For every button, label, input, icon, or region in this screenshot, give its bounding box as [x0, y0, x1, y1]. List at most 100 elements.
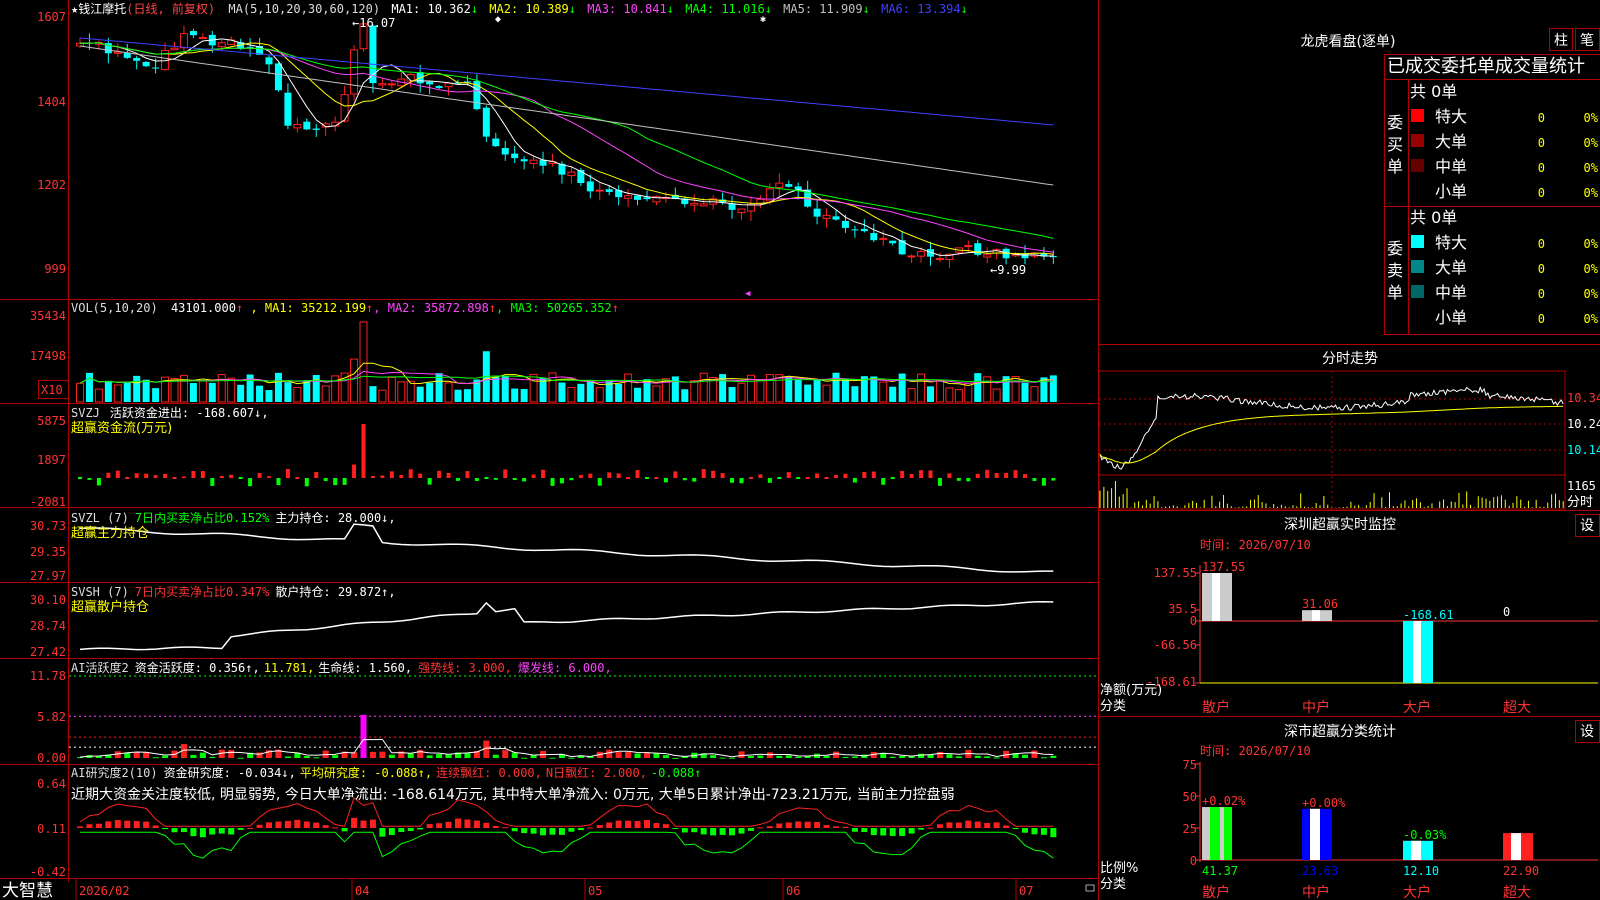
activity-bar — [823, 755, 830, 758]
vol-header: VOL(5,10,20) 43101.000↑ , MA1: 35212.199… — [71, 301, 619, 315]
flow-bar — [597, 478, 602, 486]
svzl-chart[interactable] — [79, 523, 1054, 573]
intraday-price-tick: 10.34 — [1567, 391, 1600, 405]
intraday-chart[interactable]: 10.34 10.24 10.14 1165 分时 — [1098, 370, 1600, 510]
vol-unit: X10 — [41, 383, 63, 397]
candle-body — [870, 233, 878, 241]
bar-mode-button[interactable]: 柱 — [1554, 33, 1568, 49]
volume-bar — [217, 374, 226, 403]
flow-bar — [474, 478, 479, 481]
flow-bar — [465, 471, 470, 478]
svzl-y-tick: 29.35 — [30, 545, 66, 559]
volume-bar — [463, 389, 471, 402]
research-bar — [455, 818, 461, 828]
flow-bar — [824, 477, 829, 479]
lhb-tabs[interactable]: 已成交委托单成交量统计 — [1387, 56, 1585, 77]
activity-bar — [738, 751, 745, 758]
activity-bar — [1022, 754, 1028, 758]
order-row-label: 大单 — [1435, 258, 1467, 277]
research-bar — [634, 821, 641, 828]
volume-bar — [841, 379, 849, 402]
ma-line-1 — [79, 38, 1054, 257]
activity-bar — [710, 755, 717, 758]
volume-chart[interactable] — [76, 321, 1057, 403]
flow-bar — [493, 478, 498, 480]
research-bar — [247, 827, 254, 829]
ai-activity-chart[interactable] — [69, 675, 1098, 759]
kline-y-tick: 1607 — [37, 10, 66, 24]
candle-body — [964, 245, 973, 248]
x-tick: 04 — [355, 884, 369, 898]
flow-bar — [456, 478, 460, 481]
volume-bar — [142, 379, 150, 402]
app-logo: 大智慧 — [2, 881, 53, 900]
volume-bar — [208, 382, 216, 402]
candle-body — [832, 216, 840, 220]
candle-body — [284, 92, 292, 126]
candle-body — [851, 229, 859, 231]
volume-bar — [964, 382, 973, 403]
flow-bar — [503, 469, 508, 478]
activity-bar — [1050, 755, 1057, 758]
flow-bar — [181, 476, 186, 478]
activity-bar — [955, 756, 962, 758]
candle-body — [529, 159, 538, 165]
candle-body — [983, 254, 992, 258]
research-bar — [861, 828, 868, 833]
classify-settings-button[interactable]: 设 — [1580, 724, 1594, 740]
research-bar — [426, 824, 433, 828]
flow-bar — [200, 471, 205, 478]
svzj-chart[interactable] — [78, 424, 1056, 487]
volume-bar — [889, 386, 897, 402]
research-bar — [77, 826, 83, 828]
candle-body — [387, 83, 396, 86]
order-row-value: 0 — [1538, 161, 1545, 175]
classify-value-label: 41.37 — [1202, 864, 1238, 878]
monitor-settings-button[interactable]: 设 — [1580, 518, 1594, 534]
flow-bar — [238, 477, 243, 479]
flow-bar — [446, 472, 451, 478]
svsh-chart[interactable] — [79, 600, 1054, 651]
activity-bar — [426, 755, 433, 758]
flow-bar — [739, 478, 744, 484]
activity-bar — [568, 757, 575, 759]
research-bar — [625, 820, 632, 828]
activity-bar — [492, 754, 499, 758]
flow-bar — [229, 474, 234, 478]
research-bar — [180, 828, 187, 833]
flow-bar — [418, 473, 423, 478]
order-row-value: 0 — [1538, 312, 1545, 326]
volume-bar — [113, 384, 122, 403]
flow-bar — [654, 477, 659, 479]
intraday-title: 分时走势 — [1322, 351, 1378, 367]
ai-research-chart[interactable] — [77, 797, 1057, 859]
flow-bar — [767, 478, 772, 483]
activity-bar — [417, 749, 424, 758]
flow-bar — [682, 478, 687, 481]
order-color-swatch — [1411, 260, 1424, 273]
volume-bar — [511, 388, 519, 402]
tick-mode-button[interactable]: 笔 — [1580, 33, 1594, 49]
order-row-label: 中单 — [1435, 157, 1467, 176]
activity-bar — [1040, 757, 1047, 759]
classify-xlabel: 分类 — [1100, 877, 1126, 892]
vol-ma-line-2 — [79, 370, 1054, 385]
kline-header: ★钱江摩托(日线, 前复权) MA(5,10,20,30,60,120) MA1… — [71, 1, 968, 16]
classify-change-label: +0.02% — [1202, 794, 1246, 808]
kline-chart[interactable]: ◆ ✱◀ — [76, 14, 1057, 299]
volume-bar — [387, 376, 396, 403]
classify-category: 超大 — [1503, 885, 1531, 900]
volume-bar — [624, 373, 633, 403]
svsh-sub: 超赢散户持仓 — [71, 599, 149, 615]
activity-bar — [974, 755, 981, 758]
research-bar — [653, 823, 660, 828]
activity-bar — [785, 755, 792, 758]
candle-body — [860, 228, 868, 232]
flow-bar — [673, 471, 678, 478]
candle-body — [785, 184, 793, 187]
research-bar — [710, 828, 717, 836]
classify-change-label: -0.03% — [1403, 828, 1447, 842]
low-price-label: ←9.99 — [990, 263, 1026, 277]
flow-bar — [352, 464, 357, 478]
x-tick: 07 — [1019, 884, 1033, 898]
